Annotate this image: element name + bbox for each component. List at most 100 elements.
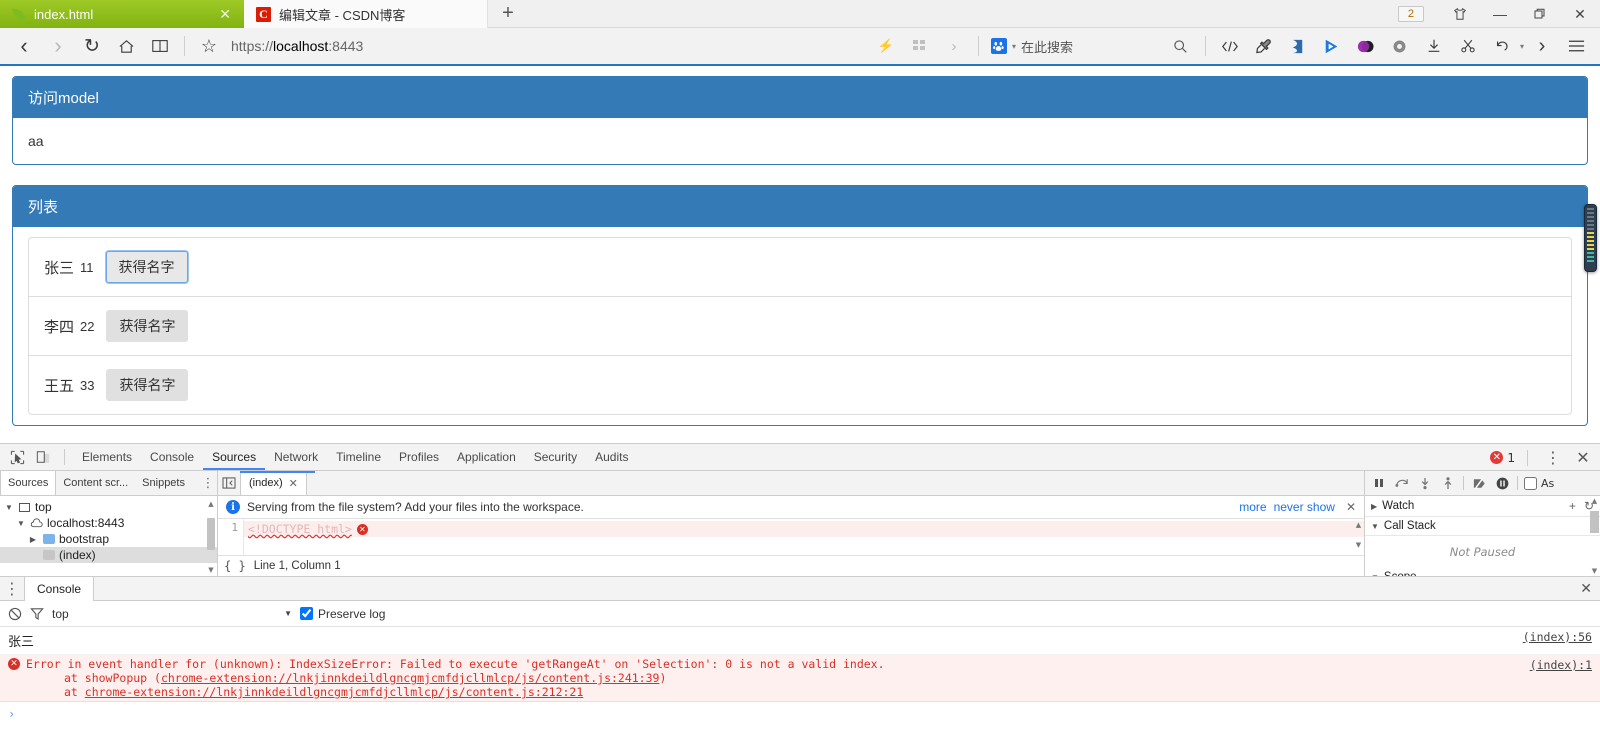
pretty-print-icon[interactable]: { } <box>224 559 246 573</box>
add-icon[interactable]: › <box>1526 31 1558 61</box>
scroll-marker-widget[interactable] <box>1584 204 1597 272</box>
chevron-down-icon-undo[interactable]: ▾ <box>1520 42 1524 51</box>
inspect-cursor-icon[interactable] <box>4 445 30 469</box>
tab-application[interactable]: Application <box>448 445 525 470</box>
deactivate-breakpoints-button[interactable] <box>1468 472 1490 494</box>
chevron-down-icon[interactable]: ▾ <box>1012 42 1016 51</box>
close-icon[interactable]: ✕ <box>216 7 234 21</box>
code-icon[interactable] <box>1214 31 1246 61</box>
async-checkbox[interactable] <box>1524 476 1537 490</box>
editor-scrollbar[interactable]: ▲ ▼ <box>1354 521 1363 549</box>
scrollbar-thumb[interactable] <box>1590 511 1599 533</box>
forward-icon[interactable]: › <box>42 31 74 61</box>
tshirt-icon[interactable] <box>1440 0 1480 28</box>
drawer-tab-console[interactable]: Console <box>24 576 95 601</box>
navigator-scrollbar[interactable]: ▲ ▼ <box>207 500 215 574</box>
tree-node-localhost[interactable]: ▼ localhost:8443 <box>0 515 217 531</box>
add-watch-icon[interactable]: + <box>1569 499 1576 513</box>
sidebar-toggle-icon[interactable] <box>218 471 240 495</box>
home-icon[interactable] <box>110 31 142 61</box>
infobar-never-show-link[interactable]: never show <box>1274 500 1335 514</box>
async-checkbox-group[interactable]: As <box>1524 476 1554 490</box>
chevron-right-icon[interactable]: › <box>938 31 970 61</box>
scope-section-header[interactable]: ▼ Scope <box>1365 568 1600 576</box>
tab-network[interactable]: Network <box>265 445 327 470</box>
scroll-up-arrow[interactable]: ▲ <box>207 500 215 508</box>
filter-icon[interactable] <box>30 607 44 621</box>
minimize-button[interactable]: — <box>1480 0 1520 28</box>
tab-audits[interactable]: Audits <box>586 445 637 470</box>
tree-node-top[interactable]: ▼ top <box>0 499 217 515</box>
device-toolbar-icon[interactable] <box>30 445 56 469</box>
console-context-selector[interactable]: top ▼ <box>52 607 292 621</box>
tab-console[interactable]: Console <box>141 445 203 470</box>
undo-icon[interactable] <box>1486 31 1518 61</box>
search-input[interactable]: 在此搜索 <box>1021 37 1073 56</box>
twisty-icon[interactable]: ▼ <box>4 503 14 512</box>
reading-list-icon[interactable] <box>144 31 176 61</box>
browser-tab-csdn[interactable]: C 编辑文章 - CSDN博客 <box>244 0 488 28</box>
callstack-section-header[interactable]: ▼ Call Stack <box>1365 517 1600 536</box>
twisty-icon[interactable]: ▼ <box>1371 522 1379 531</box>
twisty-icon[interactable]: ▶ <box>1371 502 1377 511</box>
pause-on-exceptions-button[interactable] <box>1491 472 1513 494</box>
devtools-close-icon[interactable]: ✕ <box>1570 446 1596 470</box>
step-out-button[interactable] <box>1437 472 1459 494</box>
infobar-more-link[interactable]: more <box>1239 500 1266 514</box>
address-bar[interactable]: https://localhost:8443 <box>227 38 868 54</box>
twisty-icon[interactable]: ▶ <box>28 535 38 544</box>
browser-tab-index-html[interactable]: index.html ✕ <box>0 0 244 28</box>
chevron-down-icon[interactable]: ▼ <box>284 609 292 618</box>
tab-elements[interactable]: Elements <box>73 445 141 470</box>
code-editor-area[interactable]: 1 <!DOCTYPE html> ✕ ▲ ▼ <box>218 519 1364 555</box>
drawer-menu-icon[interactable]: ⋮ <box>0 579 24 598</box>
nav-tab-sources[interactable]: Sources <box>0 471 57 495</box>
close-icon[interactable]: ✕ <box>1342 500 1356 514</box>
mask-icon[interactable] <box>1350 31 1382 61</box>
watch-section-header[interactable]: ▶ Watch + ↻ <box>1365 496 1600 517</box>
console-message-source[interactable]: (index):1 <box>1530 658 1592 672</box>
scroll-down-arrow[interactable]: ▼ <box>1590 567 1599 575</box>
get-name-button[interactable]: 获得名字 <box>106 310 189 342</box>
code-line[interactable]: <!DOCTYPE html> ✕ <box>244 521 1364 537</box>
step-over-button[interactable] <box>1391 472 1413 494</box>
wave-icon[interactable] <box>1282 31 1314 61</box>
favorite-star-icon[interactable]: ☆ <box>193 31 225 61</box>
tab-profiles[interactable]: Profiles <box>390 445 448 470</box>
scroll-down-arrow[interactable]: ▼ <box>207 566 215 574</box>
search-engine-selector[interactable]: ▾ 在此搜索 <box>987 37 1073 56</box>
get-name-button[interactable]: 获得名字 <box>105 251 188 283</box>
tree-node-index[interactable]: (index) <box>0 547 217 563</box>
pause-resume-button[interactable] <box>1368 472 1390 494</box>
devtools-menu-icon[interactable]: ⋮ <box>1540 446 1566 470</box>
clear-console-icon[interactable] <box>8 607 22 621</box>
scissors-icon[interactable] <box>1452 31 1484 61</box>
scroll-up-arrow[interactable]: ▲ <box>1590 497 1599 505</box>
download-icon[interactable] <box>1418 31 1450 61</box>
menu-icon[interactable] <box>1560 31 1592 61</box>
preserve-log-group[interactable]: Preserve log <box>300 607 385 621</box>
console-message-source[interactable]: (index):56 <box>1523 630 1592 644</box>
scroll-down-arrow[interactable]: ▼ <box>1356 541 1361 549</box>
stack-url[interactable]: chrome-extension://lnkjinnkdeildlgncgmjc… <box>161 671 660 685</box>
grid-icon[interactable] <box>904 31 936 61</box>
tab-sources[interactable]: Sources <box>203 445 266 470</box>
get-name-button[interactable]: 获得名字 <box>106 369 189 401</box>
tab-count-badge[interactable]: 2 <box>1397 6 1424 22</box>
editor-tab-index[interactable]: (index) ✕ <box>240 471 307 495</box>
maximize-button[interactable] <box>1520 0 1560 28</box>
play-icon[interactable] <box>1316 31 1348 61</box>
new-tab-button[interactable]: + <box>488 0 528 27</box>
back-icon[interactable]: ‹ <box>8 31 40 61</box>
tab-timeline[interactable]: Timeline <box>327 445 390 470</box>
close-window-button[interactable]: ✕ <box>1560 0 1600 28</box>
lightning-icon[interactable]: ⚡ <box>870 31 902 61</box>
drawer-close-icon[interactable]: ✕ <box>1580 581 1592 597</box>
preserve-log-checkbox[interactable] <box>300 607 313 620</box>
nav-tab-snippets[interactable]: Snippets <box>135 471 192 495</box>
console-message-log[interactable]: 张三 (index):56 <box>0 627 1600 655</box>
nav-tab-content-scripts[interactable]: Content scr... <box>56 471 135 495</box>
tree-node-bootstrap[interactable]: ▶ bootstrap <box>0 531 217 547</box>
error-count-badge[interactable]: ✕ 1 <box>1490 451 1515 465</box>
twisty-icon[interactable]: ▼ <box>1371 573 1379 577</box>
